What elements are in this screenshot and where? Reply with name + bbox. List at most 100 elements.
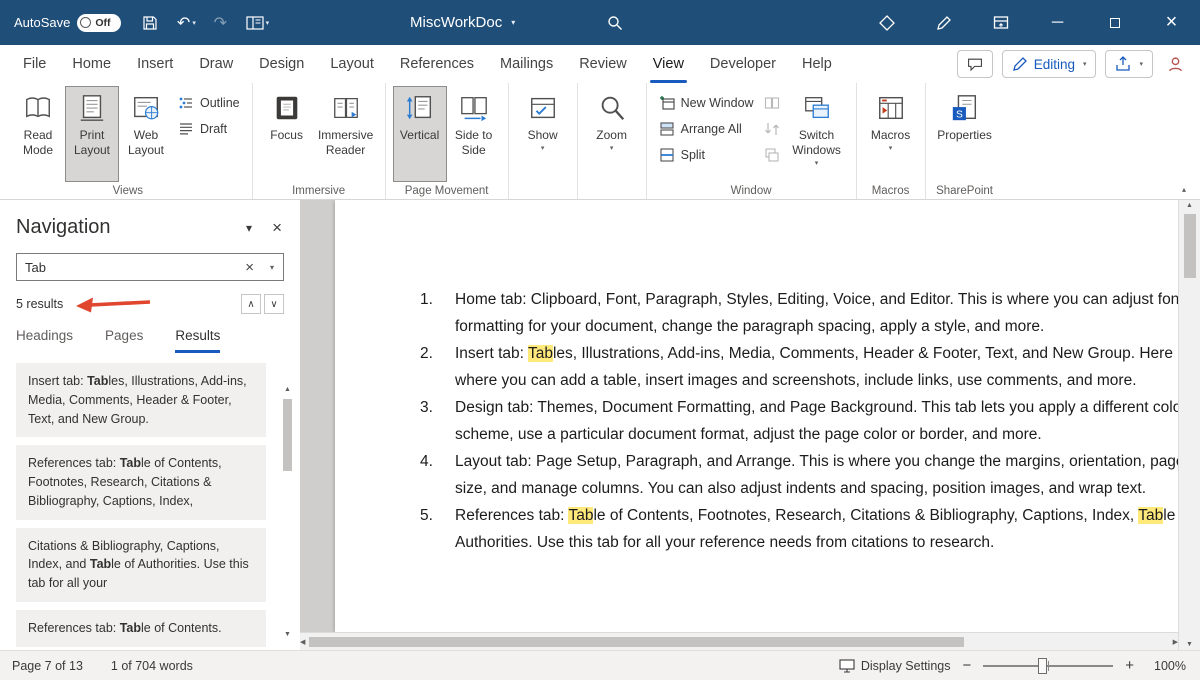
scroll-up-icon[interactable]: ▲ — [1186, 200, 1193, 211]
ribbon-display-options-icon[interactable] — [972, 0, 1029, 45]
diamond-icon[interactable] — [858, 0, 915, 45]
view-side-by-side-icon[interactable] — [759, 91, 785, 114]
document-page[interactable]: 1. Home tab: Clipboard, Font, Paragraph,… — [335, 200, 1178, 632]
outline-button[interactable]: Outline — [173, 91, 245, 114]
zoom-in-button[interactable]: + — [1125, 658, 1134, 673]
macros-button[interactable]: Macros ▾ — [864, 86, 918, 182]
print-layout-button[interactable]: Print Layout — [65, 86, 119, 182]
print-layout-icon — [77, 93, 107, 123]
tab-design[interactable]: Design — [246, 45, 317, 83]
page-indicator[interactable]: Page 7 of 13 — [12, 659, 83, 673]
scroll-down-icon[interactable]: ▼ — [1186, 639, 1193, 650]
switch-windows-button[interactable]: Switch Windows ▾ — [785, 86, 849, 182]
show-button[interactable]: Show ▾ — [516, 86, 570, 182]
tab-insert[interactable]: Insert — [124, 45, 186, 83]
search-result-item[interactable]: References tab: Table of Contents. — [16, 610, 266, 647]
scroll-left-icon[interactable]: ◀ — [300, 636, 305, 648]
tab-layout[interactable]: Layout — [317, 45, 387, 83]
redo-button[interactable]: ↷ — [205, 0, 235, 45]
search-icon[interactable] — [598, 0, 632, 45]
tab-results[interactable]: Results — [175, 328, 220, 353]
scroll-up-icon[interactable]: ▲ — [284, 384, 291, 395]
tab-review[interactable]: Review — [566, 45, 640, 83]
search-options-chevron-icon[interactable]: ▾ — [261, 263, 283, 272]
synchronous-scrolling-icon[interactable] — [759, 117, 785, 140]
vertical-icon — [405, 93, 435, 123]
navigation-options-chevron-icon[interactable]: ▾ — [246, 221, 252, 235]
draft-button[interactable]: Draft — [173, 117, 245, 140]
presence-person-icon[interactable] — [1162, 50, 1188, 78]
split-button[interactable]: Split — [654, 143, 759, 166]
side-to-side-button[interactable]: Side to Side — [447, 86, 501, 182]
list-number: 4. — [420, 448, 455, 502]
new-window-button[interactable]: New Window — [654, 91, 759, 114]
tab-file[interactable]: File — [10, 45, 59, 83]
vertical-button[interactable]: Vertical — [393, 86, 447, 182]
list-item: 2. Insert tab: Tables, Illustrations, Ad… — [420, 340, 1178, 394]
maximize-button[interactable] — [1086, 0, 1143, 45]
web-layout-icon — [131, 93, 161, 123]
zoom-slider[interactable] — [983, 665, 1113, 667]
navigation-close-icon[interactable]: × — [272, 219, 282, 236]
minimize-button[interactable]: ─ — [1029, 0, 1086, 45]
search-result-item[interactable]: References tab: Table of Contents, Footn… — [16, 445, 266, 519]
search-clear-icon[interactable]: × — [238, 259, 261, 276]
group-label-window: Window — [647, 185, 856, 197]
tab-home[interactable]: Home — [59, 45, 124, 83]
scrollbar-thumb[interactable] — [309, 637, 964, 647]
zoom-percentage[interactable]: 100% — [1146, 659, 1186, 673]
pen-icon[interactable] — [915, 0, 972, 45]
share-button[interactable]: ▾ — [1105, 50, 1153, 78]
scrollbar-thumb[interactable] — [283, 399, 292, 471]
read-mode-button[interactable]: Read Mode — [11, 86, 65, 182]
previous-result-button[interactable]: ∧ — [241, 294, 261, 314]
undo-button[interactable]: ↶▾ — [167, 0, 205, 45]
zoom-button[interactable]: Zoom ▾ — [585, 86, 639, 182]
tab-headings[interactable]: Headings — [16, 328, 73, 353]
immersive-reader-button[interactable]: Immersive Reader — [314, 86, 378, 182]
reset-window-position-icon[interactable] — [759, 143, 785, 166]
zoom-label: Zoom — [596, 128, 627, 143]
vertical-scrollbar[interactable]: ▲ ▼ — [1178, 200, 1200, 650]
word-count[interactable]: 1 of 704 words — [111, 659, 193, 673]
document-title[interactable]: MiscWorkDoc ▾ — [410, 0, 515, 45]
zoom-slider-tick — [1048, 661, 1049, 671]
tab-help[interactable]: Help — [789, 45, 845, 83]
read-mode-icon — [23, 93, 53, 123]
focus-button[interactable]: Focus — [260, 86, 314, 182]
share-icon — [1115, 56, 1131, 72]
navigation-scrollbar[interactable]: ▲ ▼ — [280, 384, 295, 640]
tab-view[interactable]: View — [640, 45, 697, 83]
close-button[interactable]: × — [1143, 0, 1200, 45]
switch-windows-icon — [802, 93, 832, 123]
zoom-out-button[interactable]: − — [962, 658, 971, 673]
properties-button[interactable]: S Properties — [933, 86, 997, 182]
tab-mailings[interactable]: Mailings — [487, 45, 566, 83]
navigation-search-input[interactable] — [17, 260, 238, 275]
zoom-slider-thumb[interactable] — [1038, 658, 1047, 674]
result-navigation: ∧ ∨ — [241, 294, 284, 314]
document-area: 1. Home tab: Clipboard, Font, Paragraph,… — [300, 200, 1200, 650]
next-result-button[interactable]: ∨ — [264, 294, 284, 314]
save-button[interactable] — [133, 0, 167, 45]
tab-draw[interactable]: Draw — [186, 45, 246, 83]
search-result-item[interactable]: Insert tab: Tables, Illustrations, Add-i… — [16, 363, 266, 437]
search-result-item[interactable]: Citations & Bibliography, Captions, Inde… — [16, 528, 266, 602]
quick-access-toolbar-button[interactable]: ▾ — [235, 0, 279, 45]
autosave-control[interactable]: AutoSave Off — [14, 14, 121, 32]
arrange-all-button[interactable]: Arrange All — [654, 117, 759, 140]
comments-button[interactable] — [957, 50, 993, 78]
web-layout-button[interactable]: Web Layout — [119, 86, 173, 182]
display-settings-button[interactable]: Display Settings — [839, 658, 951, 674]
scroll-down-icon[interactable]: ▼ — [284, 629, 291, 640]
tab-developer[interactable]: Developer — [697, 45, 789, 83]
collapse-ribbon-icon[interactable]: ▴ — [1182, 185, 1186, 194]
tab-references[interactable]: References — [387, 45, 487, 83]
scrollbar-thumb[interactable] — [1184, 214, 1196, 278]
titlebar-right-controls: ─ × — [858, 0, 1200, 45]
horizontal-scrollbar[interactable]: ◀ ▶ — [300, 632, 1178, 650]
editing-mode-button[interactable]: Editing ▾ — [1002, 50, 1097, 78]
tab-pages[interactable]: Pages — [105, 328, 143, 353]
autosave-toggle[interactable]: Off — [77, 14, 121, 32]
scroll-right-icon[interactable]: ▶ — [1173, 636, 1178, 648]
